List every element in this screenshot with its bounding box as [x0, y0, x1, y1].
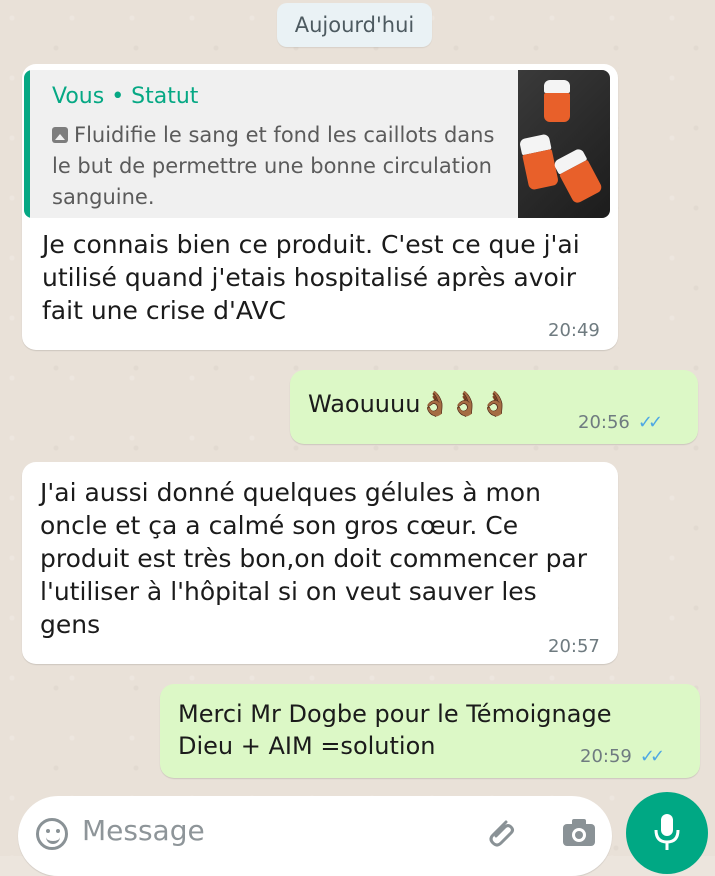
microphone-button[interactable] [626, 792, 708, 874]
message-input[interactable]: Message [82, 814, 205, 847]
message-bubble-outgoing[interactable]: Waouuuu👌🏾👌🏾👌🏾 20:56 ✓✓ [290, 370, 698, 444]
message-time: 20:49 [548, 320, 600, 341]
message-text: Je connais bien ce produit. C'est ce que… [42, 230, 588, 325]
quote-text-container: Fluidifie le sang et fond les caillots d… [52, 120, 508, 213]
read-ticks-icon: ✓✓ [639, 746, 665, 767]
product-bottle-image [518, 133, 560, 191]
product-bottle-image [552, 147, 604, 205]
paperclip-icon[interactable] [484, 816, 518, 854]
quote-author: Vous • Statut [52, 84, 199, 109]
date-separator: Aujourd'hui [277, 3, 432, 47]
message-time: 20:57 [548, 636, 600, 657]
message-bubble-outgoing[interactable]: Merci Mr Dogbe pour le Témoignage Dieu +… [160, 684, 700, 778]
message-time-row: 20:59 ✓✓ [580, 746, 665, 767]
message-bubble-incoming[interactable]: J'ai aussi donné quelques gélules à mon … [22, 462, 618, 664]
quoted-status[interactable]: Vous • Statut Fluidifie le sang et fond … [24, 70, 610, 218]
read-ticks-icon: ✓✓ [637, 412, 663, 433]
message-input-bar[interactable]: Message [18, 796, 612, 876]
message-time: 20:59 [580, 746, 632, 767]
emoji-icon[interactable] [36, 818, 68, 850]
message-text: J'ai aussi donné quelques gélules à mon … [40, 478, 595, 639]
message-text: Waouuuu👌🏾👌🏾👌🏾 [308, 390, 511, 418]
message-time-row: 20:56 ✓✓ [578, 412, 663, 433]
quote-text: Fluidifie le sang et fond les caillots d… [52, 123, 495, 209]
message-text: Merci Mr Dogbe pour le Témoignage Dieu +… [178, 700, 612, 760]
message-time: 20:56 [578, 412, 630, 433]
product-bottle-image [544, 80, 570, 122]
camera-icon[interactable] [560, 816, 598, 850]
microphone-icon [654, 814, 680, 850]
quote-accent-bar [24, 70, 30, 218]
photo-icon [52, 127, 68, 143]
status-thumbnail[interactable] [518, 70, 610, 218]
